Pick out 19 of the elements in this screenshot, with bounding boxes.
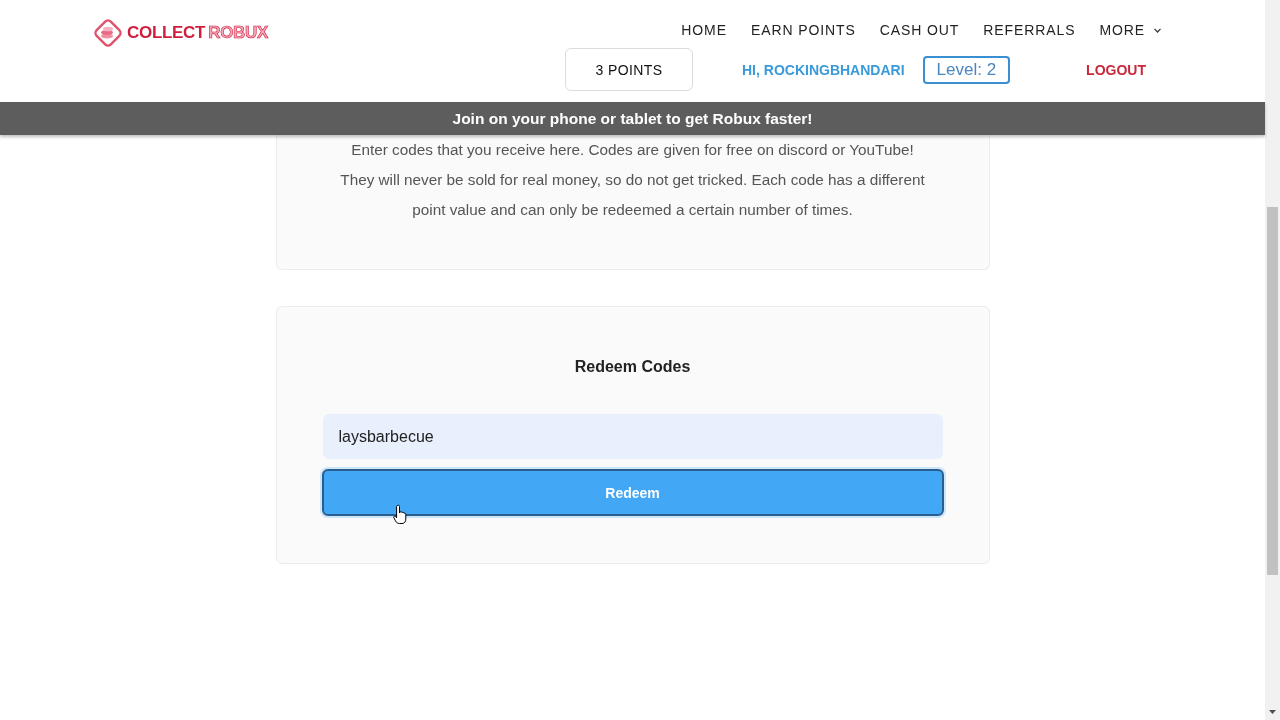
- caret-icon: [1154, 27, 1161, 33]
- scroll-down-icon[interactable]: [1269, 710, 1276, 714]
- announcement-banner: Join on your phone or tablet to get Robux faster!: [0, 102, 1265, 135]
- scrollbar-thumb[interactable]: [1267, 207, 1278, 575]
- points-button[interactable]: 3 POINTS: [565, 48, 693, 91]
- nav-link[interactable]: EARN POINTS: [750, 22, 856, 38]
- code-input[interactable]: laysbarbecue: [322, 414, 943, 459]
- level-badge: Level: 2: [922, 55, 1011, 84]
- logout-link[interactable]: LOGOUT: [1086, 61, 1146, 78]
- info-text: Enter codes that you receive here. Codes are given for free on discord or YouTube! They will never be sold for real money, so do not get tricked. Each code has a different point value and can only be redeemed a certain number of times.: [340, 140, 925, 220]
- card-title: Redeem Codes: [574, 357, 691, 377]
- logo-text[interactable]: COLLECT: [127, 23, 206, 43]
- nav-link[interactable]: HOME: [681, 22, 727, 38]
- logo-icon[interactable]: [92, 17, 124, 49]
- nav-dropdown[interactable]: MORE: [1099, 22, 1161, 38]
- hand-cursor-icon: [392, 504, 407, 525]
- nav-link[interactable]: CASH OUT: [879, 22, 960, 38]
- nav-link[interactable]: REFERRALS: [983, 22, 1076, 38]
- scrollbar[interactable]: [1265, 0, 1280, 720]
